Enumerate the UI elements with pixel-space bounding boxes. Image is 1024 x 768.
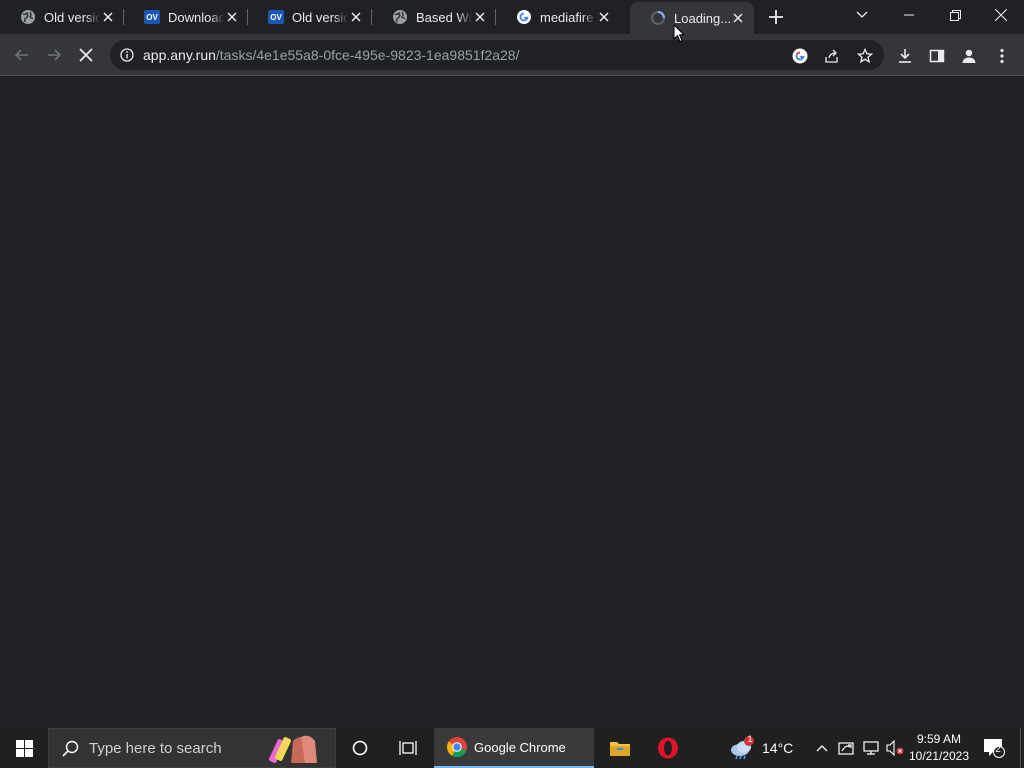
tab-title: Download — [168, 9, 224, 25]
share-icon — [825, 49, 838, 63]
taskbar-search-box[interactable]: Type here to search — [48, 728, 336, 768]
close-tab-icon[interactable] — [730, 10, 746, 26]
back-button[interactable] — [8, 41, 36, 69]
url-text[interactable]: app.any.run/tasks/4e1e55a8-0fce-495e-982… — [143, 47, 519, 63]
stop-loading-button[interactable] — [72, 41, 100, 69]
notification-count: 2 — [995, 744, 1001, 755]
taskbar-opera[interactable] — [648, 728, 688, 768]
close-tab-icon[interactable] — [472, 9, 488, 25]
task-view-icon — [399, 741, 417, 755]
download-icon — [899, 49, 911, 63]
downloads-button[interactable] — [895, 46, 915, 66]
show-hidden-icons-button[interactable] — [814, 738, 830, 758]
profile-button[interactable] — [959, 46, 979, 66]
cortana-circle-icon — [352, 740, 368, 756]
star-icon — [857, 48, 873, 64]
globe-icon — [392, 9, 408, 25]
tab-search-button[interactable] — [850, 5, 874, 25]
plus-icon — [769, 10, 783, 24]
restore-icon — [949, 9, 961, 21]
globe-icon — [20, 9, 36, 25]
tab-strip: Old version OV Download OV Old version B… — [0, 0, 1024, 34]
tab-old-version-2[interactable]: OV Old version — [248, 0, 372, 34]
close-icon — [995, 9, 1007, 21]
side-panel-icon — [929, 49, 945, 63]
ov-logo-icon: OV — [268, 9, 284, 25]
address-bar[interactable]: app.any.run/tasks/4e1e55a8-0fce-495e-982… — [110, 40, 884, 70]
tab-title: mediafire — [540, 9, 594, 25]
browser-toolbar: app.any.run/tasks/4e1e55a8-0fce-495e-982… — [0, 34, 1024, 76]
minimize-icon — [904, 14, 914, 16]
chevron-up-icon — [816, 745, 828, 752]
tab-title: Old version — [44, 9, 100, 25]
windows-taskbar: Type here to search Google Chrome 1 14°C… — [0, 728, 1024, 768]
site-info-icon[interactable] — [119, 47, 135, 63]
back-arrow-icon — [14, 49, 28, 61]
cortana-button[interactable] — [340, 728, 380, 768]
clock-date[interactable]: 10/21/2023 — [906, 749, 972, 763]
forward-arrow-icon — [48, 49, 62, 61]
google-icon — [516, 9, 532, 25]
loading-spinner-icon — [650, 10, 666, 26]
tab-loading[interactable]: Loading... — [630, 2, 754, 34]
clock-time[interactable]: 9:59 AM — [910, 732, 968, 746]
tray-app-icon — [838, 742, 854, 755]
more-vert-icon — [1000, 48, 1004, 64]
tab-title: Based Wiki — [416, 9, 472, 25]
network-icon — [863, 741, 879, 755]
google-lens-button[interactable] — [790, 46, 810, 66]
network-button[interactable] — [860, 738, 882, 758]
start-button[interactable] — [0, 728, 48, 768]
tray-app-button[interactable] — [836, 738, 856, 758]
task-view-button[interactable] — [388, 728, 428, 768]
google-icon — [792, 48, 808, 64]
tab-download[interactable]: OV Download — [124, 0, 248, 34]
chevron-down-icon — [856, 11, 868, 18]
chrome-logo-icon — [447, 737, 467, 758]
taskbar-file-explorer[interactable] — [600, 728, 640, 768]
close-tab-icon[interactable] — [348, 9, 364, 25]
folder-icon — [610, 742, 630, 756]
tab-old-version-1[interactable]: Old version — [0, 0, 124, 34]
close-tab-icon[interactable] — [100, 9, 116, 25]
stop-icon — [79, 48, 93, 62]
url-host: app.any.run — [143, 47, 216, 63]
close-tab-icon[interactable] — [224, 9, 240, 25]
new-tab-button[interactable] — [764, 5, 788, 29]
volume-button[interactable] — [884, 738, 906, 758]
close-tab-icon[interactable] — [596, 9, 612, 25]
close-window-button[interactable] — [982, 0, 1020, 30]
weather-alert-count: 1 — [747, 734, 753, 744]
search-icon — [62, 740, 79, 757]
mouse-cursor-icon — [673, 24, 685, 43]
opera-logo-icon — [658, 737, 678, 759]
taskbar-chrome-label: Google Chrome — [474, 739, 566, 755]
search-highlight-icon — [268, 735, 317, 763]
ov-logo-icon: OV — [144, 9, 160, 25]
search-placeholder: Type here to search — [89, 739, 222, 757]
tab-based-wiki[interactable]: Based Wiki — [372, 0, 496, 34]
weather-temperature[interactable]: 14°C — [762, 740, 793, 756]
page-content — [0, 76, 1024, 728]
url-path: /tasks/4e1e55a8-0fce-495e-9823-1ea9851f2… — [215, 47, 520, 63]
restore-button[interactable] — [936, 0, 974, 30]
action-center-button[interactable]: 2 — [980, 734, 1008, 762]
forward-button[interactable] — [40, 41, 68, 69]
show-desktop-button[interactable] — [1020, 728, 1024, 768]
share-button[interactable] — [822, 46, 842, 66]
tab-title: Old version — [292, 9, 348, 25]
volume-muted-icon — [886, 740, 904, 756]
tab-mediafire[interactable]: mediafire — [496, 0, 620, 34]
bookmark-button[interactable] — [855, 46, 875, 66]
side-panel-button[interactable] — [927, 46, 947, 66]
windows-logo-icon — [15, 739, 33, 757]
minimize-button[interactable] — [890, 0, 928, 30]
menu-button[interactable] — [992, 46, 1012, 66]
taskbar-chrome-app[interactable]: Google Chrome — [434, 728, 594, 768]
profile-icon — [962, 49, 976, 63]
